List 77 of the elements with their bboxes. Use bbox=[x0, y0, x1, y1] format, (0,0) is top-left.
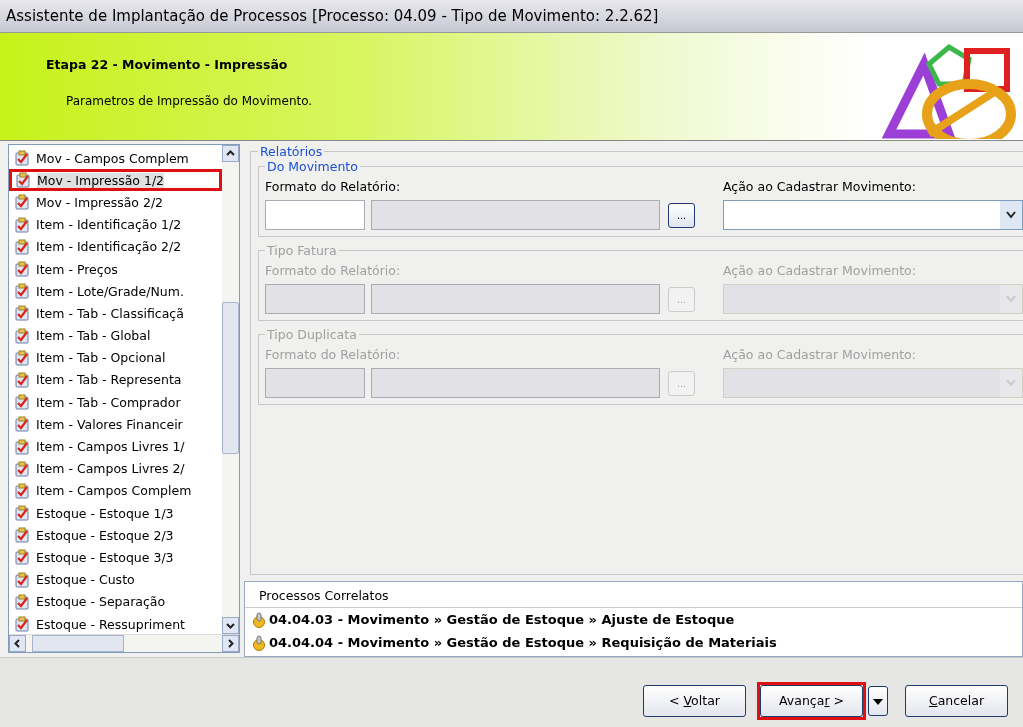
step-list-item[interactable]: Item - Identificação 2/2 bbox=[9, 235, 222, 258]
chevron-down-icon bbox=[1006, 211, 1016, 219]
checklist-icon bbox=[14, 371, 30, 388]
step-list-item[interactable]: Estoque - Estoque 3/3 bbox=[9, 546, 222, 569]
step-list-item[interactable]: Item - Tab - Comprador bbox=[9, 391, 222, 414]
checklist-icon bbox=[14, 416, 30, 433]
field-label: Ação ao Cadastrar Movimento: bbox=[723, 263, 917, 278]
checklist-icon bbox=[15, 172, 31, 189]
step-list-item[interactable]: Mov - Impressão 1/2 bbox=[9, 169, 222, 192]
dropdown-button[interactable] bbox=[868, 685, 888, 716]
checklist-icon bbox=[14, 616, 30, 633]
checklist-icon bbox=[14, 460, 30, 477]
checklist-icon bbox=[14, 527, 30, 544]
code-input-field[interactable] bbox=[265, 200, 365, 230]
scroll-right-icon[interactable] bbox=[222, 635, 239, 652]
step-title: Etapa 22 - Movimento - Impressão bbox=[46, 57, 289, 72]
step-list-item[interactable]: Item - Valores Financeir bbox=[9, 413, 222, 436]
checklist-icon bbox=[14, 482, 30, 499]
checklist-icon bbox=[14, 438, 30, 455]
vertical-scrollbar[interactable] bbox=[222, 145, 239, 634]
scroll-up-icon[interactable] bbox=[222, 145, 239, 162]
checklist-icon bbox=[14, 394, 30, 411]
checklist-icon bbox=[14, 150, 30, 167]
step-list-item[interactable]: Mov - Campos Complem bbox=[9, 147, 222, 170]
group-title: Tipo Duplicata bbox=[266, 327, 358, 342]
step-list-item[interactable]: Item - Tab - Representa bbox=[9, 368, 222, 392]
step-list-item[interactable]: Estoque - Custo bbox=[9, 568, 222, 591]
step-list-item[interactable]: Estoque - Estoque 1/3 bbox=[9, 502, 222, 525]
checklist-icon bbox=[14, 305, 30, 322]
step-list-item[interactable]: Estoque - Separação bbox=[9, 590, 222, 613]
field-label: Formato do Relatório: bbox=[265, 179, 402, 194]
step-list-item[interactable]: Estoque - Estoque 2/3 bbox=[9, 524, 222, 547]
field-label: Ação ao Cadastrar Movimento: bbox=[723, 179, 917, 194]
chevron-down-icon bbox=[1006, 295, 1016, 303]
scroll-left-icon[interactable] bbox=[9, 635, 26, 652]
scroll-down-icon[interactable] bbox=[222, 617, 239, 634]
triangle-down-icon bbox=[873, 699, 883, 705]
panel-title: Processos Correlatos bbox=[245, 582, 1022, 608]
wizard-button[interactable]: Avançar > bbox=[760, 684, 863, 717]
step-list-item[interactable]: Item - Identificação 1/2 bbox=[9, 213, 222, 236]
horizontal-scrollbar[interactable] bbox=[9, 634, 239, 652]
checklist-icon bbox=[14, 194, 30, 211]
group-title: Tipo Fatura bbox=[266, 243, 338, 258]
step-list-item[interactable]: Item - Tab - Global bbox=[9, 324, 222, 347]
step-list-item[interactable]: Mov - Impressão 2/2 bbox=[9, 191, 222, 214]
field-label: Ação ao Cadastrar Movimento: bbox=[723, 347, 917, 362]
checklist-icon bbox=[14, 238, 30, 255]
wizard-button[interactable]: < Voltar bbox=[643, 684, 746, 717]
step-list-item[interactable]: Item - Campos Livres 1/ bbox=[9, 435, 222, 458]
step-list-item[interactable]: Item - Lote/Grade/Num. bbox=[9, 280, 222, 303]
related-process-link[interactable]: 04.04.04 - Movimento » Gestão de Estoque » Requisição de Materiais bbox=[245, 631, 1022, 654]
checklist-icon bbox=[14, 216, 30, 233]
step-list-item[interactable]: Item - Tab - Classificaçã bbox=[9, 302, 222, 325]
checklist-icon bbox=[14, 593, 30, 610]
group-title: Do Movimento bbox=[266, 159, 359, 174]
checklist-icon bbox=[14, 327, 30, 344]
chevron-down-icon bbox=[1006, 379, 1016, 387]
step-list-item[interactable]: Item - Tab - Opcional bbox=[9, 346, 222, 369]
related-process-link[interactable]: 04.04.03 - Movimento » Gestão de Estoque » Ajuste de Estoque bbox=[245, 608, 1022, 631]
step-list-item[interactable]: Estoque - Ressupriment bbox=[9, 612, 222, 634]
action-dropdown[interactable] bbox=[723, 200, 1023, 230]
wizard-button[interactable]: Cancelar bbox=[905, 684, 1008, 717]
checklist-icon bbox=[14, 261, 30, 278]
checklist-icon bbox=[14, 505, 30, 522]
checklist-icon bbox=[14, 549, 30, 566]
checklist-icon bbox=[14, 283, 30, 300]
step-list-item[interactable]: Item - Campos Complem bbox=[9, 479, 222, 502]
checklist-icon bbox=[14, 349, 30, 366]
step-description: Parametros de Impressão do Movimento. bbox=[66, 94, 313, 108]
field-label: Formato do Relatório: bbox=[265, 347, 402, 362]
group-title: Relatórios bbox=[259, 144, 324, 159]
field-label: Formato do Relatório: bbox=[265, 263, 402, 278]
checklist-icon bbox=[14, 571, 30, 588]
browse-button[interactable]: ... bbox=[668, 202, 695, 228]
window-title: Assistente de Implantação de Processos [Processo: 04.09 - Tipo de Movimento: 2.2.62] bbox=[6, 7, 659, 25]
step-list-item[interactable]: Item - Campos Livres 2/ bbox=[9, 457, 222, 480]
step-list-item[interactable]: Item - Preços bbox=[9, 257, 222, 281]
